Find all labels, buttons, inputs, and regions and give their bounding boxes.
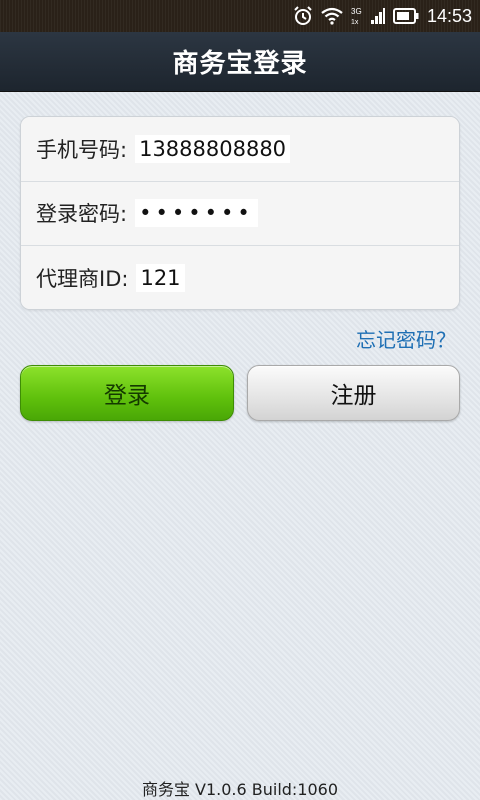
agent-id-label: 代理商ID: bbox=[36, 267, 129, 292]
status-time: 14:53 bbox=[426, 5, 472, 26]
phone-row[interactable]: 手机号码: 13888808880 bbox=[21, 117, 459, 182]
page-title: 商务宝登录 bbox=[172, 49, 308, 79]
password-row[interactable]: 登录密码: ••••••• bbox=[21, 181, 459, 247]
signal-icon: 3G 1x bbox=[351, 6, 385, 26]
login-form: 手机号码: 13888808880 登录密码: ••••••• 代理商ID: 1… bbox=[20, 116, 460, 310]
version-footer: 商务宝 V1.0.6 Build:1060 bbox=[141, 780, 339, 799]
agent-id-input[interactable]: 121 bbox=[136, 264, 185, 293]
battery-icon bbox=[392, 8, 419, 24]
status-bar: 3G 1x 14:53 bbox=[0, 0, 480, 32]
register-button[interactable]: 注册 bbox=[247, 365, 460, 421]
phone-label: 手机号码: bbox=[36, 137, 128, 162]
phone-input[interactable]: 13888808880 bbox=[135, 134, 291, 163]
forgot-password-link[interactable]: 忘记密码？ bbox=[356, 324, 456, 353]
alarm-icon bbox=[293, 6, 313, 26]
password-input[interactable]: ••••••• bbox=[135, 199, 258, 228]
title-bar: 商务宝登录 bbox=[0, 32, 480, 92]
login-button[interactable]: 登录 bbox=[20, 365, 234, 421]
wifi-icon bbox=[321, 7, 343, 25]
network-type-label: 3G bbox=[351, 7, 362, 16]
agent-id-row[interactable]: 代理商ID: 121 bbox=[21, 246, 459, 309]
password-label: 登录密码: bbox=[36, 202, 128, 227]
svg-text:1x: 1x bbox=[351, 19, 359, 26]
